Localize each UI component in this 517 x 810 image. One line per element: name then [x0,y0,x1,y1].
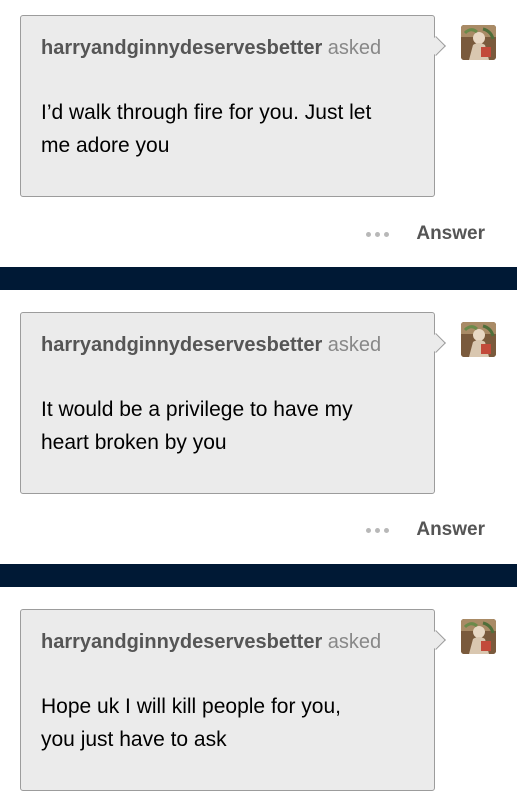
question-line: heart broken by you [41,431,227,454]
asked-label: asked [327,37,382,59]
avatar[interactable] [461,25,496,60]
ask-post: harryandginnydeservesbetter asked It wou… [0,290,517,564]
question-line: you just have to ask [41,728,227,751]
asker-line: harryandginnydeservesbetter asked [41,630,381,654]
bubble-tail [426,36,446,56]
ask-bubble: harryandginnydeservesbetter asked It wou… [20,312,446,494]
ask-feed: harryandginnydeservesbetter asked I’d wa… [0,0,517,810]
ask-post: harryandginnydeservesbetter asked Hope u… [0,587,517,810]
question-text: I’d walk through fire for you. Just let … [41,96,421,162]
question-text: Hope uk I will kill people for you, you … [41,690,421,756]
post-actions: Answer [366,222,485,246]
asked-label: asked [327,334,382,356]
question-line: I’d walk through fire for you. Just let [41,101,372,124]
question-line: Hope uk I will kill people for you, [41,695,341,718]
avatar-image [461,25,496,60]
ask-bubble: harryandginnydeservesbetter asked Hope u… [20,609,446,791]
avatar-image [461,322,496,357]
answer-button[interactable]: Answer [416,223,485,245]
asked-label: asked [327,631,382,653]
bubble-tail [426,630,446,650]
asker-name-link[interactable]: harryandginnydeservesbetter [41,631,322,653]
question-line: me adore you [41,134,170,157]
question-line: It would be a privilege to have my [41,398,353,421]
ellipsis-icon[interactable] [366,231,390,237]
asker-name-link[interactable]: harryandginnydeservesbetter [41,334,322,356]
avatar[interactable] [461,619,496,654]
bubble-tail [426,333,446,353]
post-divider [0,564,517,587]
ask-bubble: harryandginnydeservesbetter asked I’d wa… [20,15,446,197]
post-divider [0,267,517,290]
asker-line: harryandginnydeservesbetter asked [41,36,381,60]
ask-post: harryandginnydeservesbetter asked I’d wa… [0,0,517,267]
question-text: It would be a privilege to have my heart… [41,393,421,459]
avatar-image [461,619,496,654]
answer-button[interactable]: Answer [416,519,485,541]
asker-name-link[interactable]: harryandginnydeservesbetter [41,37,322,59]
avatar[interactable] [461,322,496,357]
post-actions: Answer [366,518,485,542]
ellipsis-icon[interactable] [366,527,390,533]
asker-line: harryandginnydeservesbetter asked [41,333,381,357]
